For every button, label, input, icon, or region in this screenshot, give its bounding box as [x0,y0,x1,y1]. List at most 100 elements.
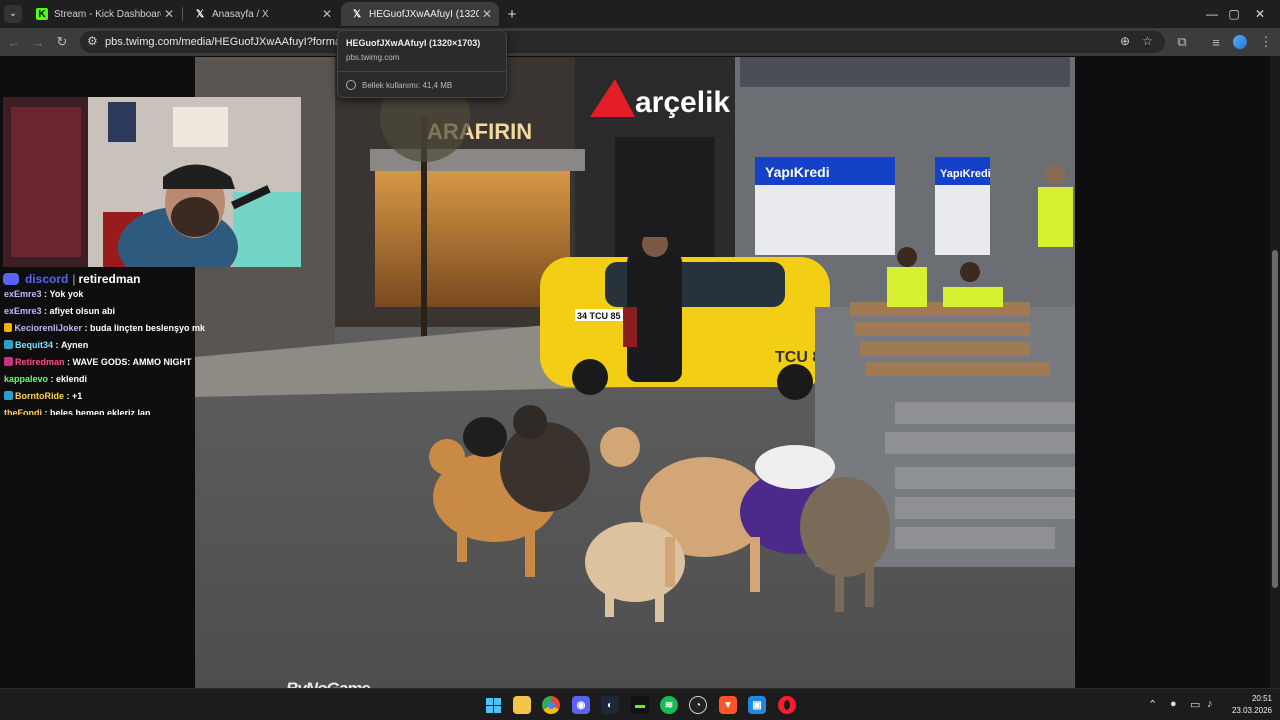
avatar [1233,35,1247,49]
tab-kick-dashboard[interactable]: K Stream - Kick Dashboard ✕ [26,2,181,26]
scrollbar-thumb[interactable] [1272,250,1278,588]
bookmark-star-icon[interactable]: ☆ [1142,34,1153,48]
chat-text: Aynen [61,339,89,350]
file-explorer-button[interactable] [513,696,531,714]
chat-username: Bequit34 [15,339,54,350]
divider [338,71,506,72]
network-icon[interactable]: ▭ [1190,698,1200,711]
taxi-plate: 34 TCU 85 [577,311,621,321]
x-icon: 𝕏 [352,8,362,20]
webcam-overlay [3,97,301,267]
plus-icon: + [507,5,517,23]
spotify-button[interactable]: ≋ [660,696,678,714]
memory-icon [346,80,356,90]
chat-username: KeciorenliJoker [14,322,82,333]
tab-search-button[interactable]: ⌄ [2,0,24,28]
arrow-right-icon: → [31,34,45,50]
hover-card-memory: Bellek kullanımı: 41,4 MB [362,81,453,90]
steam-button[interactable]: ◐ [601,696,619,714]
chat-text: eklendi [56,373,88,384]
spotify-icon: ≋ [664,699,674,711]
chat-colon: : [41,288,50,299]
menu-button[interactable]: ⋮ [1256,32,1276,52]
discord-icon: ◉ [576,699,586,711]
opera-button[interactable] [778,696,796,714]
app-icon: ▬ [635,699,645,711]
puzzle-icon: ⧉ [1177,34,1187,49]
chat-username: BorntoRide [15,390,64,401]
separator: | [72,272,76,286]
chat-text: beleş hemen ekleriz lan [50,407,151,416]
extensions-button[interactable]: ⧉ [1172,32,1192,52]
start-button[interactable] [484,696,502,714]
media-controls-button[interactable]: ≡ [1206,32,1226,52]
tab-title: Anasayfa / X [212,8,269,20]
site-info-icon[interactable]: ⚙ [87,34,98,48]
close-tab-icon[interactable]: ✕ [319,7,335,21]
code-icon: ▣ [752,699,762,711]
chat-username: exEmre3 [4,288,42,299]
street-photo: ARAFIRIN arçelik YapıKredi YapıKredi 34 … [195,57,1075,688]
more-vertical-icon: ⋮ [1259,34,1273,49]
back-button[interactable]: ← [4,32,24,52]
bank-sign-2: YapıKredi [940,168,991,180]
discord-label: discord [25,272,69,286]
chat-colon: : [81,322,90,333]
reload-button[interactable]: ↻ [52,32,72,52]
chat-username: exEmre3 [4,305,42,316]
profile-button[interactable] [1230,32,1250,52]
chat-colon: : [48,373,57,384]
taskbar: ◉ ◐ ▬ ≋ ◔ ▼ ▣ ⌃ ● ▭ ♪ 20:51 23.03.2026 [0,688,1280,720]
close-window-button[interactable]: ✕ [1238,0,1280,28]
opera-icon [784,700,790,710]
displayed-image[interactable]: ARAFIRIN arçelik YapıKredi YapıKredi 34 … [195,57,1075,688]
vscode-button[interactable]: ▣ [748,696,766,714]
x-icon: 𝕏 [195,8,205,20]
discord-icon [3,273,19,285]
reload-icon: ↻ [56,34,68,49]
tab-title: HEGuofJXwAAfuyI (1320×1703) [369,8,479,20]
tab-x-home[interactable]: 𝕏 Anasayfa / X ✕ [184,2,339,26]
chat-colon: : [42,407,50,416]
discord-button[interactable]: ◉ [572,696,590,714]
chat-message: KeciorenliJoker : buda linçten beslenşyo… [0,319,205,336]
toolbar: ← → ↻ ⚙ pbs.twimg.com/media/HEGuofJXwAAf… [0,28,1280,56]
forward-button[interactable]: → [28,32,48,52]
system-clock[interactable]: 20:51 23.03.2026 [1226,693,1272,717]
chat-overlay: exEmre3 : Yok yok exEmre3 : afiyet olsun … [0,285,205,415]
tab-strip: ⌄ K Stream - Kick Dashboard ✕ 𝕏 Anasayfa… [0,0,1280,28]
brave-button[interactable]: ▼ [719,696,737,714]
new-tab-button[interactable]: + [501,0,523,28]
chat-text: +1 [72,390,83,401]
emote-badge-icon [4,323,13,332]
chrome-button[interactable] [542,696,560,714]
close-icon: ✕ [1254,7,1266,21]
windows-icon [485,697,501,713]
zoom-icon[interactable]: ⊕ [1120,34,1130,48]
media-list-icon: ≡ [1212,34,1220,50]
chevron-up-icon[interactable]: ⌃ [1148,698,1157,711]
chrome-icon [547,701,555,709]
close-tab-icon[interactable]: ✕ [479,7,495,21]
microphone-icon[interactable]: ● [1170,698,1177,710]
chat-message: kappalevo : eklendi [0,370,205,387]
chevron-down-icon: ⌄ [4,5,22,23]
clock-time: 20:51 [1251,694,1272,703]
brave-icon: ▼ [723,699,733,711]
chat-message: Retiredman : WAVE GODS: AMMO NIGHT [0,353,205,370]
github-button[interactable]: ◔ [689,696,707,714]
chat-colon: : [41,305,50,316]
address-bar[interactable]: ⚙ pbs.twimg.com/media/HEGuofJXwAAfuyI?fo… [80,31,1165,53]
github-icon: ◔ [694,699,702,711]
arcelik-sign: arçelik [635,86,730,119]
arrow-left-icon: ← [7,34,21,50]
tab-title: Stream - Kick Dashboard [54,8,161,20]
volume-icon[interactable]: ♪ [1207,698,1213,710]
tab-divider [182,7,183,21]
tab-image-active[interactable]: 𝕏 HEGuofJXwAAfuyI (1320×1703) ✕ [341,2,499,26]
tab-hover-card: HEGuofJXwAAfuyI (1320×1703) pbs.twimg.co… [337,30,507,98]
hover-card-domain: pbs.twimg.com [346,53,400,62]
close-tab-icon[interactable]: ✕ [161,7,177,21]
chat-colon: : [64,356,73,367]
app-button[interactable]: ▬ [631,696,649,714]
